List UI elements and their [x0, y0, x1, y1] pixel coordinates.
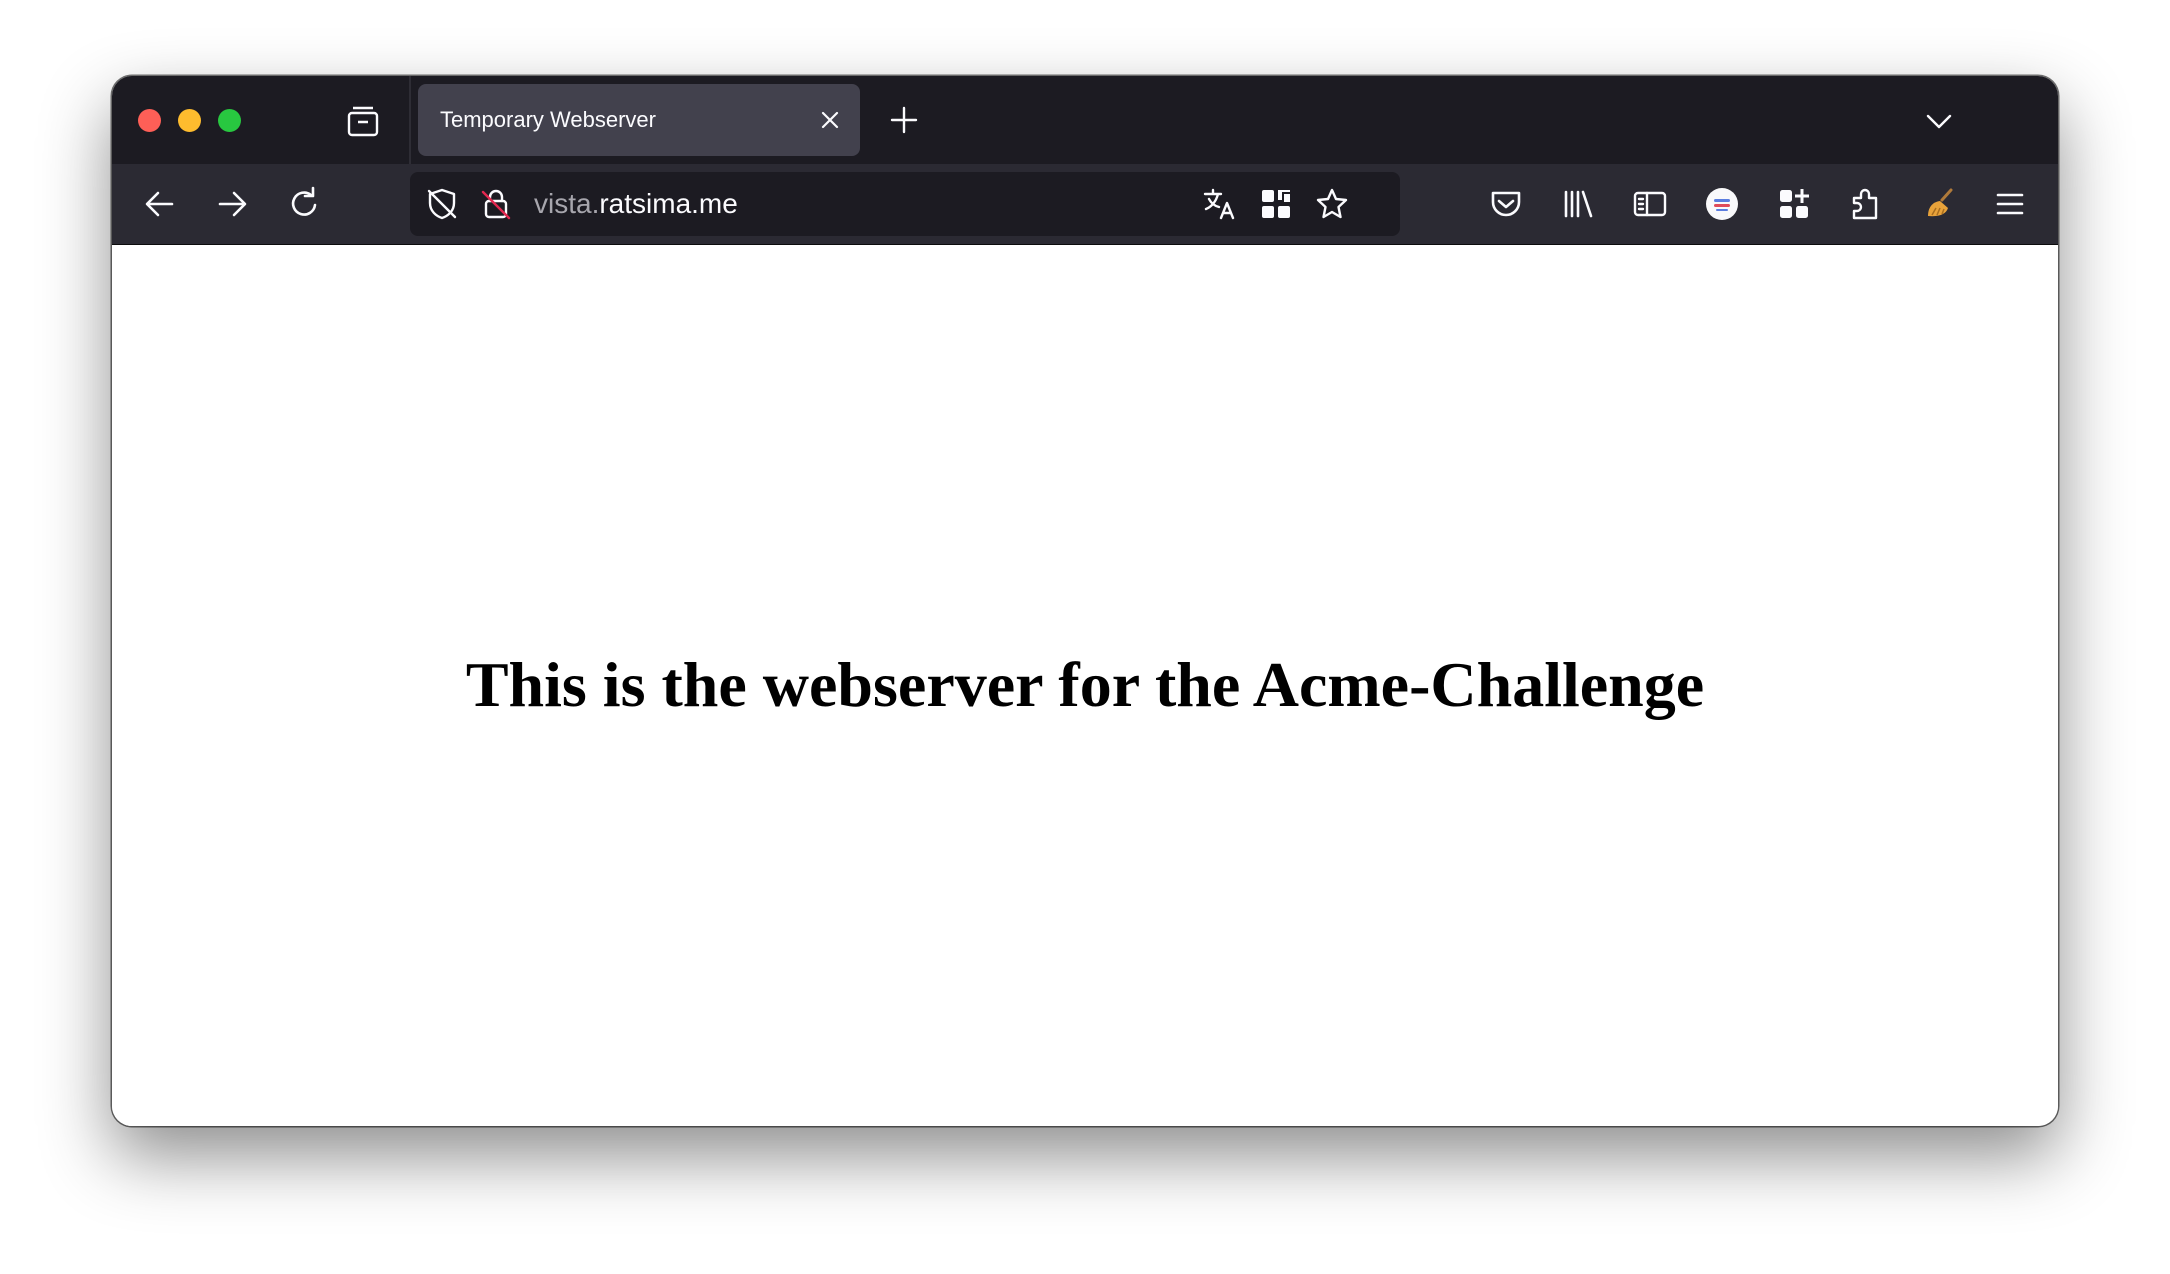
- hamburger-menu-icon[interactable]: [1990, 184, 2030, 224]
- url-text[interactable]: vista.ratsima.me: [534, 172, 738, 236]
- plus-icon[interactable]: [888, 104, 920, 136]
- tab-title: Temporary Webserver: [440, 107, 656, 132]
- page-content: This is the webserver for the Acme-Chall…: [112, 245, 2058, 1126]
- url-bar[interactable]: vista.ratsima.me: [410, 172, 1400, 236]
- extensions-grid-icon[interactable]: [1774, 184, 1814, 224]
- arrow-right-icon[interactable]: [212, 184, 252, 224]
- page-heading: This is the webserver for the Acme-Chall…: [465, 649, 1705, 720]
- firefox-view-icon[interactable]: [346, 104, 380, 138]
- reload-icon[interactable]: [284, 184, 324, 224]
- chevron-down-icon[interactable]: [1924, 106, 1954, 136]
- account-avatar-icon[interactable]: [1702, 184, 1742, 224]
- browser-window: Temporary Webserver vista.ratsima.me Thi…: [112, 76, 2058, 1126]
- pocket-icon[interactable]: [1486, 184, 1526, 224]
- minimize-window-button[interactable]: [178, 109, 201, 132]
- tab-separator: [409, 76, 411, 164]
- navigation-toolbar: vista.ratsima.me: [112, 164, 2058, 245]
- url-subdomain: vista.: [534, 188, 600, 219]
- translate-icon[interactable]: [1202, 186, 1238, 222]
- arrow-left-icon[interactable]: [140, 184, 180, 224]
- zoom-window-button[interactable]: [218, 109, 241, 132]
- tab-strip: Temporary Webserver: [112, 76, 2058, 164]
- qr-code-icon[interactable]: [1258, 186, 1294, 222]
- insecure-lock-icon[interactable]: [478, 186, 514, 222]
- shield-off-icon[interactable]: [424, 186, 460, 222]
- tab-temporary-webserver[interactable]: Temporary Webserver: [418, 84, 860, 156]
- star-icon[interactable]: [1314, 186, 1350, 222]
- broom-icon[interactable]: [1918, 184, 1958, 224]
- url-domain: ratsima.me: [599, 188, 738, 219]
- library-icon[interactable]: [1558, 184, 1598, 224]
- puzzle-icon[interactable]: [1846, 184, 1886, 224]
- sidebar-icon[interactable]: [1630, 184, 1670, 224]
- close-icon[interactable]: [818, 108, 842, 132]
- close-window-button[interactable]: [138, 109, 161, 132]
